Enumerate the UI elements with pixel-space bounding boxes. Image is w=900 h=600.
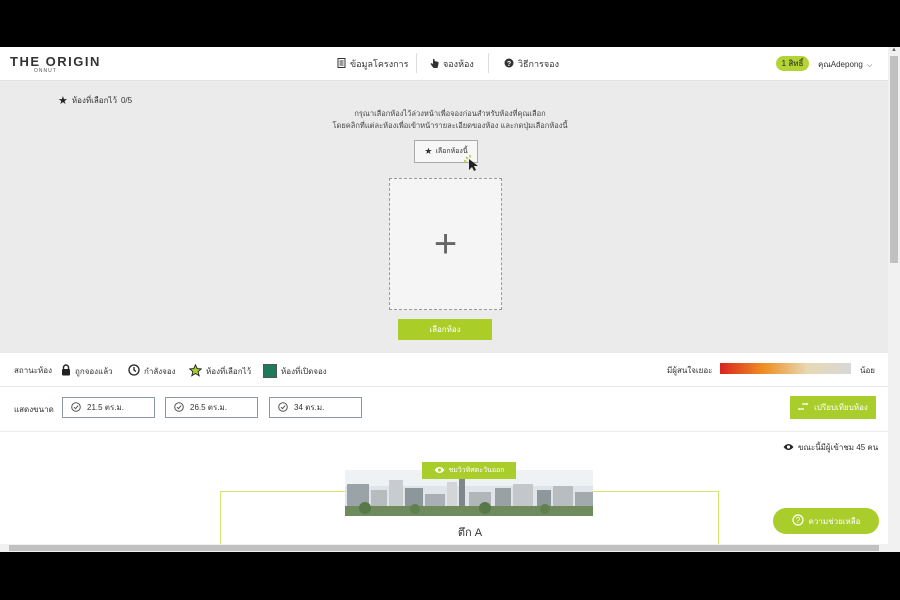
favorite-slot-dropzone[interactable]: + <box>389 178 502 310</box>
clock-icon <box>128 364 140 378</box>
nav-link-label: ข้อมูลโครงการ <box>350 59 409 69</box>
size-option-2[interactable]: 26.5 ตร.ม. <box>165 397 258 418</box>
instruction-line-1: กรุณาเลือกห้องไว้ล่วงหน้าเพื่อจองก่อนสำห… <box>354 109 546 118</box>
star-icon <box>188 363 203 379</box>
user-name: คุณAdepong <box>818 60 863 69</box>
horizontal-scroll-thumb[interactable] <box>9 545 879 551</box>
rights-badge[interactable]: 1 สิทธิ์ <box>776 56 809 71</box>
star-icon: ★ <box>58 95 68 107</box>
size-filter-label: แสดงขนาด <box>14 405 54 414</box>
user-menu[interactable]: คุณAdepong ⌵ <box>818 58 872 71</box>
question-icon: ? <box>504 58 514 70</box>
size-option-label: 21.5 ตร.ม. <box>87 403 125 412</box>
document-icon <box>337 58 346 70</box>
interest-low-label: น้อย <box>860 366 875 375</box>
size-option-label: 34 ตร.ม. <box>294 403 325 412</box>
favorite-count: 0/5 <box>120 96 133 105</box>
favorite-rooms-section: ★ ห้องที่เลือกไว้ 0/5 กรุณาเลือกห้องไว้ล… <box>0 81 888 353</box>
size-option-1[interactable]: 21.5 ตร.ม. <box>62 397 155 418</box>
choose-room-button[interactable]: เลือกห้อง <box>398 319 492 340</box>
view-east-label: ชมวิวทิศตะวันออก <box>448 467 505 474</box>
compare-icon <box>798 402 809 413</box>
star-icon: ★ <box>424 146 433 156</box>
legend-available: ห้องที่เปิดจอง <box>263 364 327 378</box>
legend-favorite: ห้องที่เลือกไว้ <box>188 363 252 379</box>
size-option-3[interactable]: 34 ตร.ม. <box>269 397 362 418</box>
legend-booking: กำลังจอง <box>128 364 176 378</box>
question-icon: ? <box>791 514 804 528</box>
eye-icon <box>434 466 445 476</box>
svg-text:?: ? <box>795 516 800 525</box>
nav-link-label: จองห้อง <box>443 59 474 69</box>
help-button[interactable]: ? ความช่วยเหลือ <box>773 508 879 534</box>
viewer-count-text: ขณะนี้มีผู้เข้าชม 45 คน <box>798 443 879 452</box>
vertical-scroll-thumb[interactable] <box>890 56 898 263</box>
cursor-click-icon <box>463 154 481 177</box>
room-status-legend: สถานะห้อง ถูกจองแล้ว กำลังจอง ห้องที่เลื… <box>0 353 888 387</box>
browser-viewport: THE ORIGIN ONNUT ข้อมูลโครงการ จองห้อง ?… <box>0 47 900 552</box>
svg-text:?: ? <box>507 61 511 68</box>
nav-booking[interactable]: จองห้อง <box>430 57 474 71</box>
check-circle-icon <box>278 401 288 414</box>
chevron-down-icon: ⌵ <box>867 62 873 69</box>
check-circle-icon <box>71 401 81 414</box>
view-east-button[interactable]: ชมวิวทิศตะวันออก <box>422 462 516 479</box>
nav-divider <box>488 53 489 73</box>
legend-booked: ถูกจองแล้ว <box>61 364 113 378</box>
tower-label: ตึก A <box>457 527 483 539</box>
scroll-up-icon[interactable]: ▲ <box>888 47 900 53</box>
viewer-count: ขณะนี้มีผู้เข้าชม 45 คน <box>783 441 878 454</box>
size-filter-bar: แสดงขนาด 21.5 ตร.ม. 26.5 ตร.ม. 34 ตร.ม. … <box>0 387 888 432</box>
favorite-label: ห้องที่เลือกไว้ <box>71 96 117 105</box>
top-nav: THE ORIGIN ONNUT ข้อมูลโครงการ จองห้อง ?… <box>0 47 888 81</box>
favorite-counter: ★ ห้องที่เลือกไว้ 0/5 <box>58 94 132 107</box>
logo[interactable]: THE ORIGIN <box>10 54 101 69</box>
lock-icon <box>61 364 71 378</box>
nav-divider <box>416 53 417 73</box>
nav-project-info[interactable]: ข้อมูลโครงการ <box>337 57 408 71</box>
help-label: ความช่วยเหลือ <box>808 516 861 526</box>
logo-subtitle: ONNUT <box>34 68 57 74</box>
nav-link-label: วิธีการจอง <box>518 59 559 69</box>
compare-label: เปรียบเทียบห้อง <box>814 403 868 412</box>
eye-icon <box>783 443 794 453</box>
interest-heat-scale <box>720 363 851 374</box>
legend-label: ห้องที่เปิดจอง <box>281 366 327 376</box>
nav-how-to-book[interactable]: ? วิธีการจอง <box>504 57 559 71</box>
size-option-label: 26.5 ตร.ม. <box>190 403 228 412</box>
scroll-corner <box>888 544 900 552</box>
legend-label: กำลังจอง <box>144 366 176 376</box>
interest-label: มีผู้สนใจเยอะ <box>667 366 713 375</box>
hand-pointer-icon <box>430 58 439 71</box>
square-icon <box>263 364 277 378</box>
plus-icon: + <box>433 221 458 266</box>
legend-label: ห้องที่เลือกไว้ <box>206 367 252 376</box>
check-circle-icon <box>174 401 184 414</box>
legend-title: สถานะห้อง <box>14 366 52 375</box>
compare-rooms-button[interactable]: เปรียบเทียบห้อง <box>790 396 876 419</box>
instruction-line-2: โดยคลิกที่แต่ละห้องเพื่อเข้าหน้ารายละเอี… <box>332 121 568 130</box>
legend-label: ถูกจองแล้ว <box>75 366 113 376</box>
